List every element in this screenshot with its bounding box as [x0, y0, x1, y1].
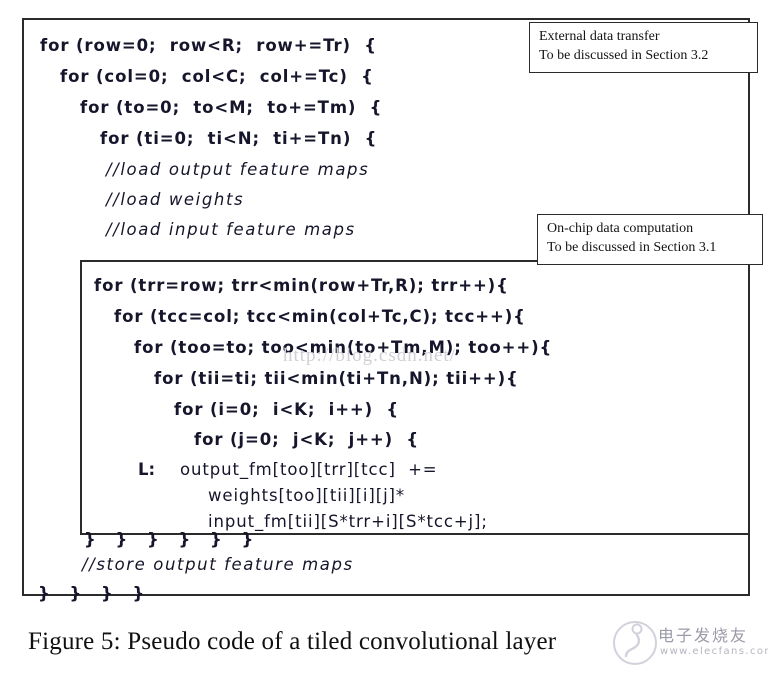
- inner-code-box: for (trr=row; trr<min(row+Tr,R); trr++){…: [80, 260, 750, 535]
- code-line-inner-for-j: for (j=0; j<K; j++) {: [194, 430, 420, 449]
- code-comment-load-weights: //load weights: [106, 190, 245, 209]
- code-comment-load-output-feature-maps: //load output feature maps: [106, 160, 370, 179]
- code-line-inner-for-trr: for (trr=row; trr<min(row+Tr,R); trr++){: [94, 276, 509, 295]
- code-line-outer-for-ti: for (ti=0; ti<N; ti+=Tn) {: [100, 129, 378, 148]
- code-line-outer-for-row: for (row=0; row<R; row+=Tr) {: [40, 36, 377, 55]
- code-line-inner-for-i: for (i=0; i<K; i++) {: [174, 400, 400, 419]
- code-line-inner-for-too: for (too=to; too<min(to+Tm,M); too++){: [134, 338, 553, 357]
- code-inner-closing-braces: } } } } } }: [84, 530, 261, 549]
- callout-external-line-2: To be discussed in Section 3.2: [539, 47, 709, 63]
- code-statement-input-fm: input_fm[tii][S*trr+i][S*tcc+j];: [208, 512, 488, 531]
- code-statement-weights: weights[too][tii][i][j]*: [208, 486, 406, 505]
- code-statement-label: L:: [138, 460, 156, 479]
- callout-onchip-line-1: On-chip data computation: [547, 221, 694, 236]
- figure-caption: Figure 5: Pseudo code of a tiled convolu…: [28, 628, 557, 655]
- callout-external-line-1: External data transfer: [539, 29, 660, 44]
- callout-onchip-line-2: To be discussed in Section 3.1: [547, 239, 717, 255]
- code-statement-output-fm: output_fm[too][trr][tcc] +=: [180, 460, 438, 479]
- code-line-outer-for-to: for (to=0; to<M; to+=Tm) {: [80, 98, 383, 117]
- callout-external-data-transfer: External data transfer To be discussed i…: [529, 22, 758, 73]
- callout-on-chip-data-computation: On-chip data computation To be discussed…: [537, 214, 763, 265]
- code-comment-load-input-feature-maps: //load input feature maps: [106, 220, 356, 239]
- code-line-outer-for-col: for (col=0; col<C; col+=Tc) {: [60, 67, 374, 86]
- code-comment-store-output-feature-maps: //store output feature maps: [82, 555, 354, 574]
- code-line-inner-for-tii: for (tii=ti; tii<min(ti+Tn,N); tii++){: [154, 369, 519, 388]
- code-line-inner-for-tcc: for (tcc=col; tcc<min(col+Tc,C); tcc++){: [114, 307, 526, 326]
- figure-frame: for (row=0; row<R; row+=Tr) { for (col=0…: [22, 18, 750, 602]
- code-outer-closing-braces: } } } }: [38, 584, 152, 603]
